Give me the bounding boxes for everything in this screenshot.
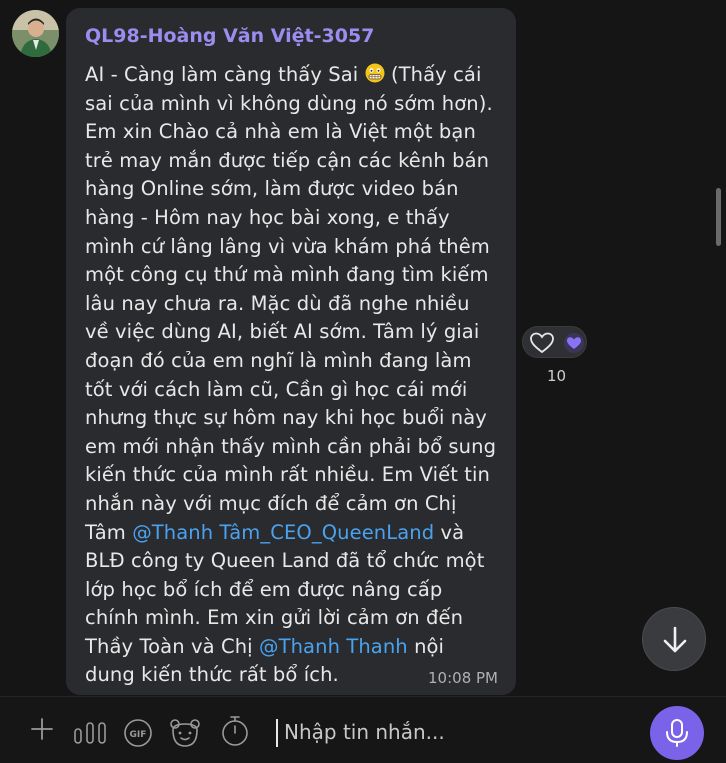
- sound-bars-icon[interactable]: [74, 721, 106, 749]
- mention-link[interactable]: @Thanh Thanh: [259, 635, 408, 658]
- message-composer: GIF Nhập tin nhắn...: [0, 696, 726, 763]
- scrollbar-thumb[interactable]: [716, 188, 721, 246]
- heart-outline-icon[interactable]: [529, 331, 555, 359]
- reaction-pill[interactable]: [522, 326, 587, 358]
- message-input[interactable]: Nhập tin nhắn...: [276, 719, 636, 747]
- message-timestamp: 10:08 PM: [428, 669, 498, 687]
- message-bubble[interactable]: QL98-Hoàng Văn Việt-3057 AI - Càng làm c…: [66, 8, 516, 695]
- sticker-bear-icon[interactable]: [169, 718, 201, 752]
- purple-heart-icon[interactable]: [564, 333, 584, 353]
- reaction-count: 10: [547, 367, 567, 385]
- plus-icon[interactable]: [30, 717, 54, 745]
- gif-icon[interactable]: GIF: [123, 719, 153, 751]
- scroll-to-bottom-button[interactable]: [642, 607, 706, 671]
- grimacing-face-icon: [365, 63, 385, 83]
- message-text: AI - Càng làm càng thấy Sai (Thấy cái sa…: [85, 61, 498, 690]
- chat-area: QL98-Hoàng Văn Việt-3057 AI - Càng làm c…: [0, 0, 726, 696]
- message-text-part1: (Thấy cái sai của mình vì không dùng nó …: [85, 63, 497, 544]
- sender-name[interactable]: QL98-Hoàng Văn Việt-3057: [85, 22, 498, 50]
- timer-icon[interactable]: [220, 715, 250, 751]
- mention-link[interactable]: @Thanh Tâm_CEO_QueenLand: [132, 521, 434, 544]
- gif-label: GIF: [130, 730, 147, 740]
- avatar[interactable]: [12, 10, 59, 57]
- message-text-intro: AI - Càng làm càng thấy Sai: [85, 63, 365, 86]
- voice-record-button[interactable]: [650, 706, 704, 760]
